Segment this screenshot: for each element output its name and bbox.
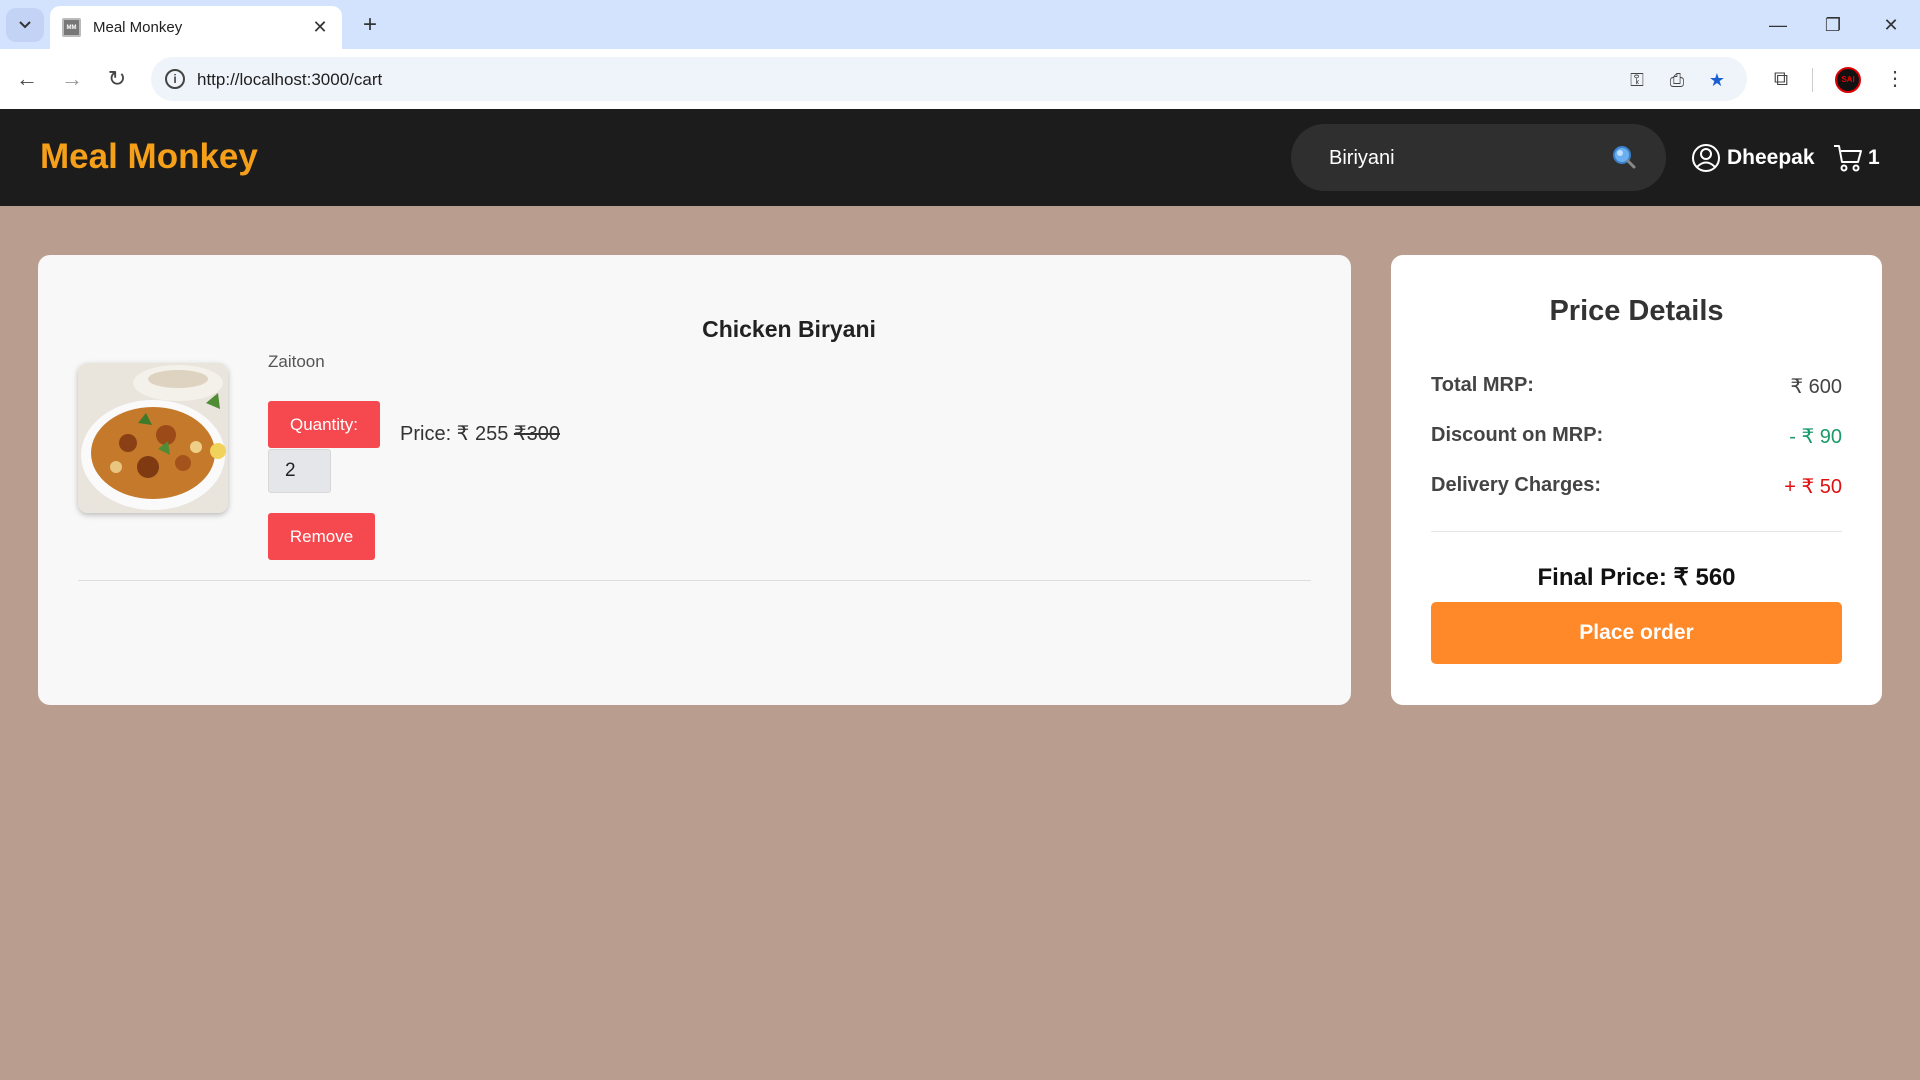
app-logo[interactable]: Meal Monkey <box>40 137 258 177</box>
site-info-icon[interactable]: i <box>165 69 185 89</box>
cart-icon <box>1834 145 1862 172</box>
delivery-value: + ₹ 50 <box>1784 476 1842 498</box>
discount-value: - ₹ 90 <box>1789 426 1842 448</box>
search-input[interactable] <box>1329 144 1609 172</box>
user-name: Dheepak <box>1727 146 1815 169</box>
quantity-input[interactable] <box>268 449 331 493</box>
item-price: Price: ₹ 255 ₹300 <box>400 421 560 446</box>
item-divider <box>78 580 1311 581</box>
forward-button[interactable]: → <box>55 62 89 96</box>
extensions-icon[interactable]: ⧉ <box>1764 62 1798 96</box>
toolbar-separator <box>1812 68 1813 92</box>
remove-button[interactable]: Remove <box>268 513 375 560</box>
original-price: ₹300 <box>513 423 560 445</box>
item-title: Chicken Biryani <box>702 316 876 342</box>
total-mrp-label: Total MRP: <box>1431 374 1534 396</box>
search-box <box>1291 124 1666 191</box>
restore-button[interactable]: ❐ <box>1813 10 1853 40</box>
url-text[interactable]: http://localhost:3000/cart <box>197 70 382 90</box>
discount-row: Discount on MRP: - ₹ 90 <box>1431 424 1842 449</box>
total-mrp-row: Total MRP: ₹ 600 <box>1431 374 1842 399</box>
chevron-down-icon <box>19 21 31 29</box>
restaurant-name: Zaitoon <box>268 352 325 371</box>
favicon-icon: MM <box>62 18 81 37</box>
bookmark-star-icon[interactable]: ★ <box>1704 67 1730 93</box>
discounted-price: Price: ₹ 255 <box>400 423 509 445</box>
close-tab-icon[interactable]: ✕ <box>310 17 330 38</box>
address-bar[interactable]: i http://localhost:3000/cart ⚿ ⎙ ★ <box>151 57 1747 101</box>
cart-count-badge: 1 <box>1868 146 1880 169</box>
minimize-button[interactable]: — <box>1758 10 1798 40</box>
menu-kebab-icon[interactable]: ⋮ <box>1878 62 1912 96</box>
price-details-title: Price Details <box>1549 295 1724 327</box>
total-mrp-value: ₹ 600 <box>1790 376 1842 398</box>
discount-label: Discount on MRP: <box>1431 424 1604 446</box>
price-divider <box>1431 531 1842 532</box>
browser-toolbar: ← → ↻ i http://localhost:3000/cart ⚿ ⎙ ★… <box>0 49 1920 109</box>
delivery-row: Delivery Charges: + ₹ 50 <box>1431 474 1842 499</box>
close-window-button[interactable]: ✕ <box>1871 10 1911 40</box>
user-avatar-icon <box>1692 144 1720 172</box>
app-header: Meal Monkey Dheepak 1 <box>0 109 1920 206</box>
cart-link[interactable]: 1 <box>1832 143 1880 173</box>
browser-tabstrip: MM Meal Monkey ✕ + — ❐ ✕ <box>0 0 1920 49</box>
search-icon[interactable] <box>1611 144 1637 170</box>
item-image <box>78 363 228 513</box>
biryani-image <box>78 363 228 513</box>
profile-avatar[interactable]: SAI <box>1835 67 1861 93</box>
browser-tab[interactable]: MM Meal Monkey ✕ <box>50 6 342 49</box>
place-order-button[interactable]: Place order <box>1431 602 1842 664</box>
back-button[interactable]: ← <box>10 62 44 96</box>
new-tab-button[interactable]: + <box>355 10 385 40</box>
install-app-icon[interactable]: ⎙ <box>1664 67 1690 93</box>
delivery-label: Delivery Charges: <box>1431 474 1602 496</box>
final-price: Final Price: ₹ 560 <box>1537 564 1736 591</box>
price-details-panel: Price Details Total MRP: ₹ 600 Discount … <box>1391 255 1882 705</box>
reload-button[interactable]: ↻ <box>100 62 134 96</box>
cart-panel: Chicken Biryani Zaitoon Quantity: Price:… <box>38 255 1351 705</box>
tab-title: Meal Monkey <box>93 19 183 36</box>
tab-search-button[interactable] <box>6 8 44 42</box>
password-key-icon[interactable]: ⚿ <box>1624 67 1650 93</box>
user-menu[interactable]: Dheepak <box>1691 143 1815 173</box>
quantity-label: Quantity: <box>268 401 380 448</box>
